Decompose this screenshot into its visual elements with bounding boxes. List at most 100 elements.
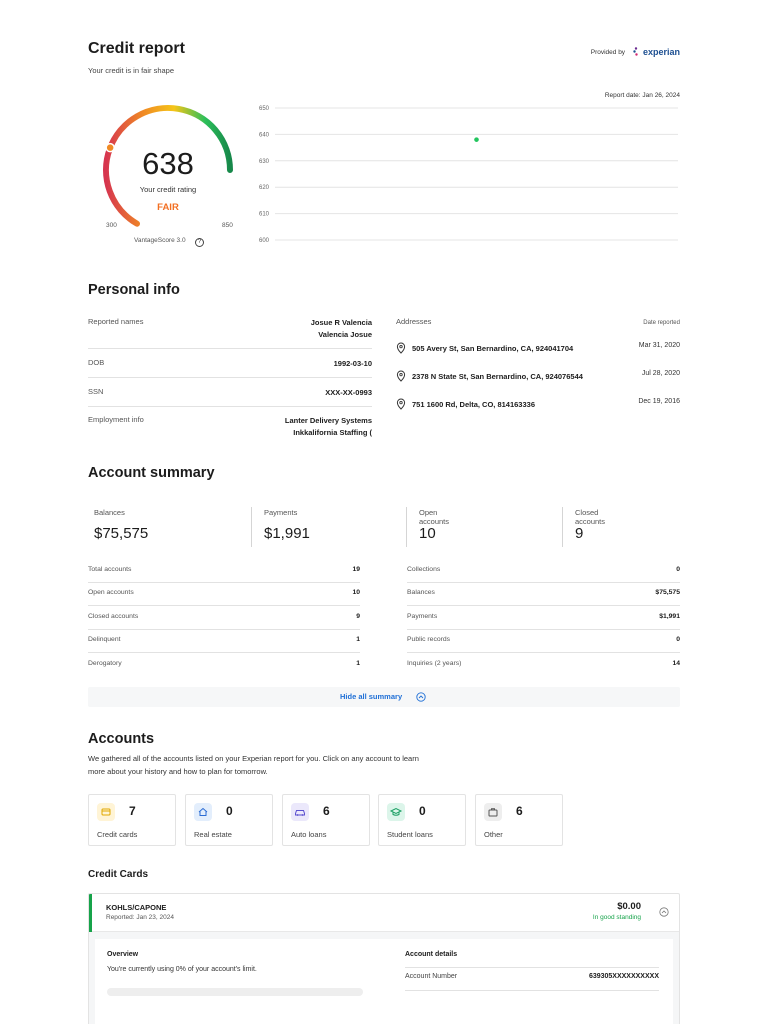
divider <box>88 348 372 349</box>
summary-row: Payments $1,991 <box>407 611 680 627</box>
address-item: 505 Avery St, San Bernardino, CA, 924041… <box>396 342 680 362</box>
account-type-other[interactable]: 6 Other <box>475 794 563 846</box>
gauge-max-label: 850 <box>222 222 233 229</box>
reported-names-row: Reported names Josue R Valencia Valencia… <box>88 317 372 347</box>
divider <box>407 629 680 630</box>
stat-label: Payments <box>264 508 298 517</box>
summary-label: Balances <box>407 589 435 596</box>
summary-label: Derogatory <box>88 660 122 667</box>
icon-box <box>387 803 405 821</box>
employer: Inkkalifornia Staffing ( <box>293 428 372 437</box>
summary-row: Open accounts 10 <box>88 587 360 603</box>
account-type-real-estate[interactable]: 0 Real estate <box>185 794 273 846</box>
summary-row: Closed accounts 9 <box>88 611 360 627</box>
credit-rating-label: FAIR <box>157 202 179 213</box>
chart-point[interactable] <box>474 137 479 142</box>
score-history-chart: 650 640 630 620 610 600 <box>259 106 678 244</box>
dob-row: DOB 1992-03-10 <box>88 358 372 372</box>
credit-card-account[interactable]: KOHLS/CAPONE Reported: Jan 23, 2024 $0.0… <box>88 893 680 1024</box>
account-type-label: Student loans <box>387 830 433 839</box>
stat-label: Open accounts <box>419 508 450 526</box>
location-pin-icon <box>396 398 406 410</box>
summary-label: Open accounts <box>88 589 134 596</box>
divider <box>88 629 360 630</box>
chart-y-tick-label: 610 <box>259 212 270 218</box>
stat-value: $75,575 <box>94 525 149 542</box>
chevron-up-icon[interactable] <box>416 692 426 702</box>
divider <box>88 406 372 407</box>
account-standing: In good standing <box>592 914 641 921</box>
account-type-count: 0 <box>419 804 426 818</box>
account-details-container: Overview You're currently using 0% of yo… <box>89 932 679 1024</box>
chart-y-tick-label: 640 <box>259 132 270 138</box>
hide-summary-link[interactable]: Hide all summary <box>340 692 402 701</box>
summary-row: Total accounts 19 <box>88 564 360 580</box>
accounts-description: more about your history and how to plan … <box>88 767 268 776</box>
address-item: 2378 N State St, San Bernardino, CA, 924… <box>396 370 680 390</box>
icon-box <box>484 803 502 821</box>
account-type-label: Auto loans <box>291 830 327 839</box>
credit-score-value: 638 <box>142 146 194 181</box>
credit-card-account-header[interactable]: KOHLS/CAPONE Reported: Jan 23, 2024 $0.0… <box>89 894 679 932</box>
divider <box>88 582 360 583</box>
personal-info-title: Personal info <box>88 282 180 298</box>
stat-value: $1,991 <box>264 525 310 542</box>
account-type-label: Other <box>484 830 503 839</box>
score-model: VantageScore 3.0 ? <box>134 230 205 247</box>
chart-points <box>474 137 479 142</box>
divider <box>407 605 680 606</box>
account-reported-date: Reported: Jan 23, 2024 <box>106 914 174 921</box>
account-number-value: 639305XXXXXXXXXX <box>588 973 659 980</box>
utilization-bar <box>107 988 363 996</box>
home-icon <box>198 807 208 816</box>
standing-indicator <box>89 894 92 932</box>
summary-value: 1 <box>356 660 360 667</box>
account-type-credit-cards[interactable]: 7 Credit cards <box>88 794 176 846</box>
help-icon[interactable]: ? <box>195 238 205 247</box>
summary-value: $1,991 <box>659 613 680 620</box>
chart-y-tick-label: 630 <box>259 159 270 165</box>
summary-row: Public records 0 <box>407 634 680 650</box>
account-summary-title: Account summary <box>88 465 215 481</box>
reported-names-values: Josue R Valencia Valencia Josue <box>311 317 372 341</box>
chevron-up-icon[interactable] <box>659 907 669 917</box>
credit-card-icon <box>101 808 111 816</box>
score-model-label: VantageScore 3.0 <box>134 237 186 244</box>
accounts-description: We gathered all of the accounts listed o… <box>88 754 419 763</box>
page-title: Credit report <box>88 40 185 57</box>
divider <box>88 605 360 606</box>
summary-value: 1 <box>356 636 360 643</box>
overview-text: You're currently using 0% of your accoun… <box>107 966 257 973</box>
credit-rating-caption: Your credit rating <box>139 185 197 194</box>
overview-title: Overview <box>107 951 139 958</box>
address-date: Dec 19, 2016 <box>638 398 680 405</box>
account-type-count: 7 <box>129 804 136 818</box>
reported-names-label: Reported names <box>88 317 144 326</box>
account-balance: $0.00 <box>617 901 641 912</box>
car-icon <box>295 810 305 816</box>
graduation-cap-icon <box>389 807 403 816</box>
icon-box <box>194 803 212 821</box>
divider <box>407 652 680 653</box>
experian-logo: experian <box>632 43 680 61</box>
ssn-value: XXX-XX-0993 <box>325 388 372 397</box>
icon-box <box>291 803 309 821</box>
location-pin-icon <box>396 370 406 382</box>
stat-value: 10 <box>419 525 436 542</box>
ssn-row: SSN XXX-XX-0993 <box>88 387 372 401</box>
account-type-student-loans[interactable]: 0 Student loans <box>378 794 466 846</box>
summary-value: 10 <box>352 589 360 596</box>
chart-y-tick-label: 600 <box>259 238 270 244</box>
account-type-auto-loans[interactable]: 6 Auto loans <box>282 794 370 846</box>
summary-label: Delinquent <box>88 636 121 643</box>
divider <box>405 967 659 968</box>
divider <box>88 377 372 378</box>
summary-value: 19 <box>352 566 360 573</box>
summary-label: Total accounts <box>88 566 132 573</box>
hide-summary-bar[interactable]: Hide all summary <box>88 687 680 707</box>
stat-label: Balances <box>94 508 125 517</box>
summary-value: 9 <box>356 613 360 620</box>
chart-y-ticks: 650 640 630 620 610 600 <box>259 106 270 244</box>
summary-value: $75,575 <box>655 589 680 596</box>
address-text: 505 Avery St, San Bernardino, CA, 924041… <box>412 344 574 353</box>
